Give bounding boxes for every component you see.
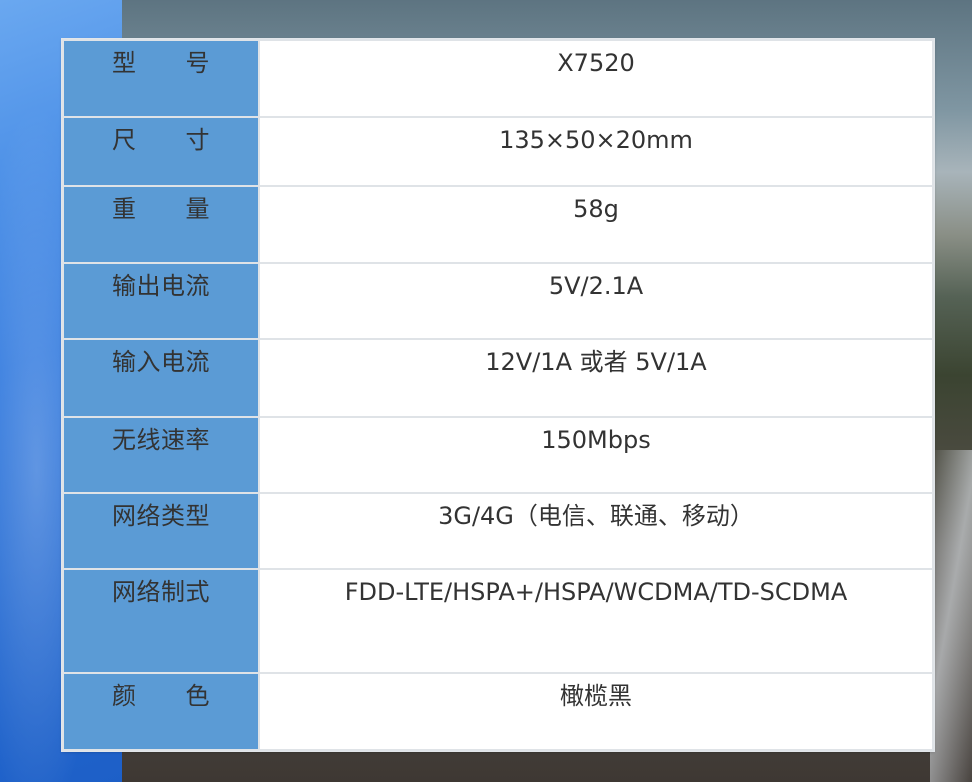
spec-label-color: 颜 色 [62, 672, 260, 751]
table-row: 重 量 58g [62, 185, 934, 264]
table-row: 输出电流 5V/2.1A [62, 262, 934, 340]
table-row: 网络类型 3G/4G（电信、联通、移动） [62, 492, 934, 570]
spec-label-output-current: 输出电流 [62, 262, 260, 340]
background-road-highlight [930, 450, 972, 782]
spec-value-input-current: 12V/1A 或者 5V/1A [258, 338, 934, 418]
spec-value-network-type: 3G/4G（电信、联通、移动） [258, 492, 934, 570]
spec-value-output-current: 5V/2.1A [258, 262, 934, 340]
table-row: 颜 色 橄榄黑 [62, 672, 934, 751]
spec-label-model: 型 号 [62, 39, 260, 118]
spec-value-wireless-rate: 150Mbps [258, 416, 934, 494]
spec-label-weight: 重 量 [62, 185, 260, 264]
spec-label-wireless-rate: 无线速率 [62, 416, 260, 494]
spec-label-input-current: 输入电流 [62, 338, 260, 418]
spec-table: 型 号 X7520 尺 寸 135×50×20mm 重 量 58g 输出电流 5… [62, 39, 934, 751]
spec-value-model: X7520 [258, 39, 934, 118]
spec-value-network-standard: FDD-LTE/HSPA+/HSPA/WCDMA/TD-SCDMA [258, 568, 934, 674]
spec-label-size: 尺 寸 [62, 116, 260, 187]
table-row: 无线速率 150Mbps [62, 416, 934, 494]
table-row: 尺 寸 135×50×20mm [62, 116, 934, 187]
spec-value-weight: 58g [258, 185, 934, 264]
table-row: 型 号 X7520 [62, 39, 934, 118]
spec-label-network-type: 网络类型 [62, 492, 260, 570]
spec-label-network-standard: 网络制式 [62, 568, 260, 674]
spec-value-size: 135×50×20mm [258, 116, 934, 187]
table-row: 输入电流 12V/1A 或者 5V/1A [62, 338, 934, 418]
spec-value-color: 橄榄黑 [258, 672, 934, 751]
table-row: 网络制式 FDD-LTE/HSPA+/HSPA/WCDMA/TD-SCDMA [62, 568, 934, 674]
